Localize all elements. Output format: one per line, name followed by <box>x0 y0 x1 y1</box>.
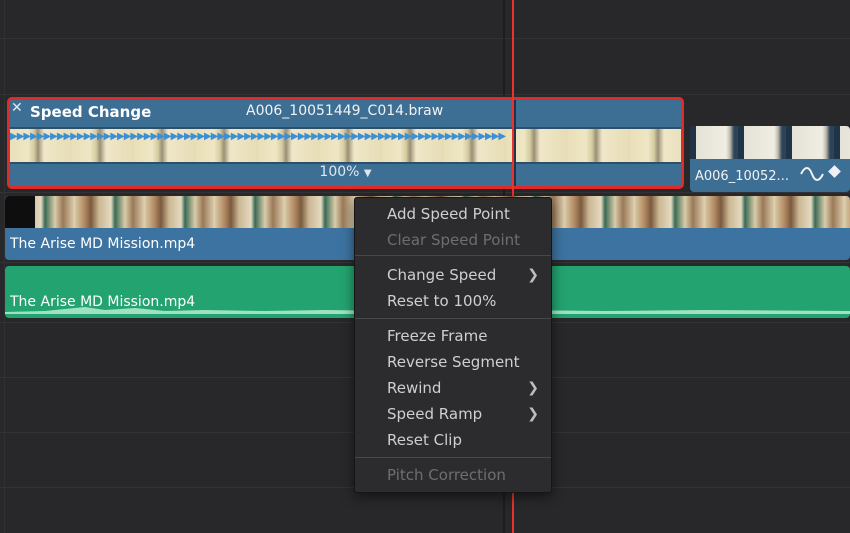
menu-item-change-speed[interactable]: Change Speed ❯ <box>355 263 551 287</box>
speed-curve-icon[interactable] <box>800 165 824 183</box>
menu-item-reverse-segment[interactable]: Reverse Segment <box>355 350 551 374</box>
chevron-right-icon: ❯ <box>527 267 539 283</box>
speed-change-clip[interactable]: ✕ Speed Change A006_10051449_C014.braw ▶… <box>7 97 684 189</box>
clip-thumbnails <box>690 126 850 159</box>
menu-item-reset-clip[interactable]: Reset Clip <box>355 428 551 452</box>
grid-line <box>4 0 5 533</box>
video-clip-name: The Arise MD Mission.mp4 <box>10 236 196 252</box>
speed-value: 100% <box>319 164 360 180</box>
speed-dropdown[interactable]: 100% ▼ <box>10 164 681 180</box>
chevron-right-icon: ❯ <box>527 406 539 422</box>
track-divider <box>0 94 850 95</box>
next-clip-name: A006_10052... <box>695 169 789 184</box>
track-divider <box>0 38 850 39</box>
menu-separator <box>355 318 551 319</box>
menu-separator <box>355 255 551 256</box>
menu-item-clear-speed-point: Clear Speed Point <box>387 231 521 249</box>
menu-item-reset-to-100[interactable]: Reset to 100% <box>355 289 551 313</box>
menu-item-rewind[interactable]: Rewind ❯ <box>355 376 551 400</box>
speed-arrows: ▶▶▶▶▶▶▶▶▶▶▶▶▶▶▶▶▶▶▶▶▶▶▶▶▶▶▶▶▶▶▶▶▶▶▶▶▶▶▶▶… <box>10 132 506 142</box>
menu-item-add-speed-point[interactable]: Add Speed Point <box>355 202 551 226</box>
keyframe-icon[interactable] <box>828 165 841 178</box>
clip-filename: A006_10051449_C014.braw <box>246 103 444 119</box>
speed-change-title: Speed Change <box>30 103 152 121</box>
menu-item-speed-ramp[interactable]: Speed Ramp ❯ <box>355 402 551 426</box>
track-divider <box>0 192 850 193</box>
menu-item-pitch-correction: Pitch Correction <box>387 466 506 484</box>
speed-context-menu: Add Speed Point Clear Speed Point Change… <box>354 197 552 493</box>
chevron-down-icon: ▼ <box>363 168 372 179</box>
next-clip[interactable]: A006_10052... <box>690 126 850 192</box>
menu-separator <box>355 457 551 458</box>
close-icon[interactable]: ✕ <box>11 100 23 116</box>
chevron-right-icon: ❯ <box>527 380 539 396</box>
menu-item-freeze-frame[interactable]: Freeze Frame <box>355 324 551 348</box>
speed-segment-divider[interactable] <box>514 100 516 186</box>
